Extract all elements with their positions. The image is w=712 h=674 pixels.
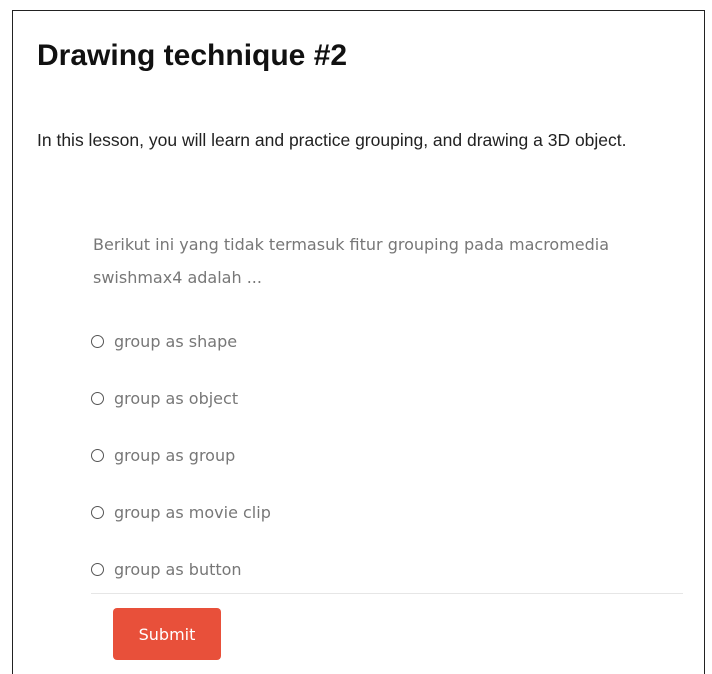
radio-button-icon[interactable] — [91, 563, 104, 576]
answer-option-label: group as movie clip — [114, 503, 271, 522]
answer-option-label: group as object — [114, 389, 239, 408]
lesson-panel: Drawing technique #2 In this lesson, you… — [12, 10, 705, 674]
page-title: Drawing technique #2 — [37, 39, 348, 72]
radio-button-icon[interactable] — [91, 392, 104, 405]
radio-button-icon[interactable] — [91, 335, 104, 348]
quiz-question: Berikut ini yang tidak termasuk fitur gr… — [93, 235, 610, 287]
answer-option-label: group as button — [114, 560, 242, 579]
answer-option-label: group as shape — [114, 332, 238, 351]
radio-button-icon[interactable] — [91, 449, 104, 462]
answer-option-3[interactable]: group as group — [91, 427, 651, 484]
answer-option-label: group as group — [114, 446, 236, 465]
radio-button-icon[interactable] — [91, 506, 104, 519]
submit-button[interactable]: Submit — [113, 608, 221, 660]
answer-option-4[interactable]: group as movie clip — [91, 484, 651, 541]
divider — [91, 593, 683, 594]
answer-options: group as shape group as object group as … — [91, 313, 651, 598]
answer-option-5[interactable]: group as button — [91, 541, 651, 598]
lesson-intro: In this lesson, you will learn and pract… — [37, 130, 627, 150]
answer-option-2[interactable]: group as object — [91, 370, 651, 427]
answer-option-1[interactable]: group as shape — [91, 313, 651, 370]
